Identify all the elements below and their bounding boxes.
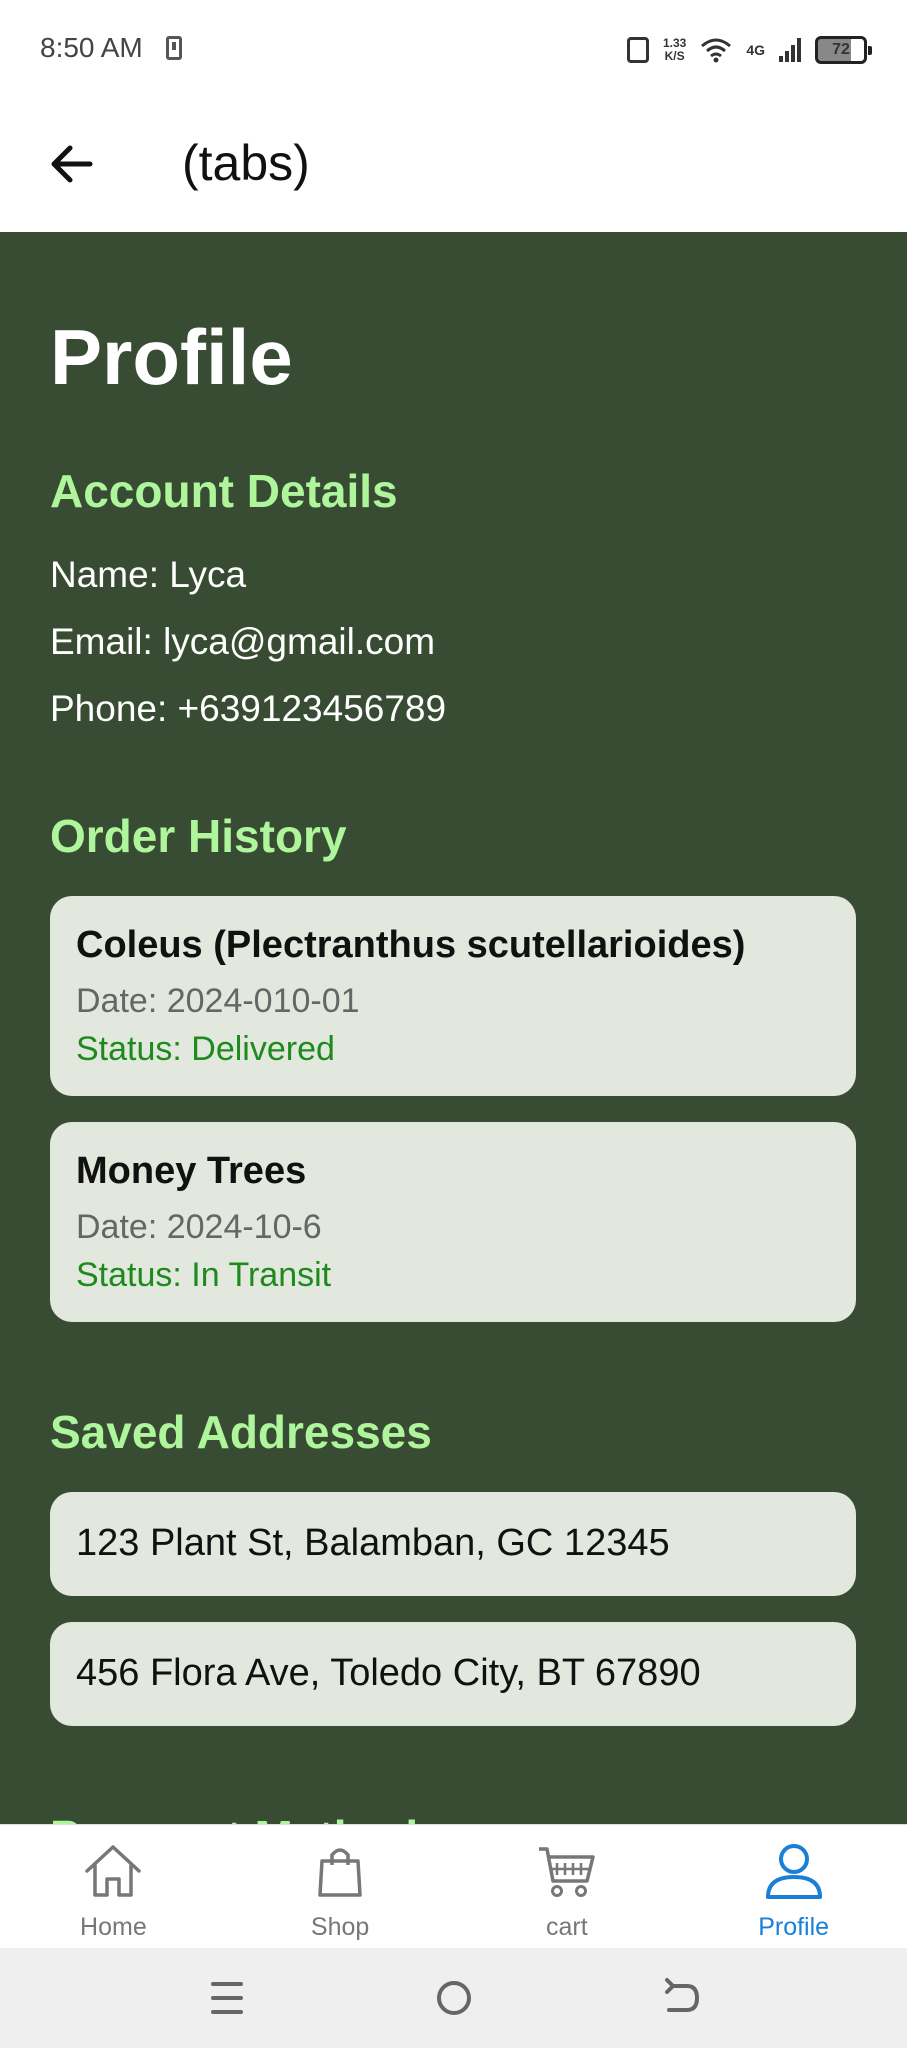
signal-icon [779,38,801,62]
status-time: 8:50 AM [40,32,143,63]
back-icon[interactable] [651,1968,711,2028]
tab-shop[interactable]: Shop [227,1825,454,1948]
network-type: 4G [746,42,765,58]
speed-unit: K/S [664,49,685,63]
status-bar: 8:50 AM 1.33 K/S 4G 72 [0,0,907,100]
menu-icon[interactable] [197,1968,257,2028]
shopping-bag-icon [318,1848,362,1897]
tab-cart[interactable]: cart [454,1825,681,1948]
payment-methods-heading: Payment Methods [50,1810,444,1824]
page-title: Profile [50,313,293,401]
account-phone: Phone: +639123456789 [50,688,447,729]
address-card[interactable]: 123 Plant St, Balamban, GC 12345 [50,1492,856,1596]
network-speed: 1.33 K/S [663,37,686,63]
profile-screen[interactable]: Profile Account Details Name: Lyca Email… [0,232,907,1824]
status-icons: 1.33 K/S 4G 72 [626,30,872,70]
tab-label: Profile [758,1913,830,1941]
person-icon [765,1844,822,1899]
app-header: (tabs) [0,100,907,232]
tab-label: Shop [310,1913,370,1941]
home-icon [85,1845,142,1897]
order-name: Money Trees [76,1150,307,1192]
account-email: Email: lyca@gmail.com [50,621,436,662]
address-text: 123 Plant St, Balamban, GC 12345 [76,1522,670,1564]
battery-icon: 72 [815,36,872,64]
cart-icon [538,1847,595,1897]
order-status: Status: Delivered [76,1030,335,1068]
saved-addresses-heading: Saved Addresses [50,1406,432,1458]
wifi-icon [701,38,732,63]
tab-home[interactable]: Home [0,1825,227,1948]
tab-label: cart [546,1913,588,1941]
bottom-tab-bar: Home Shop cart Profile [0,1824,907,1948]
order-history-heading: Order History [50,810,347,862]
order-name: Coleus (Plectranthus scutellarioides) [76,924,746,966]
order-date: Date: 2024-010-01 [76,982,360,1020]
home-circle-icon[interactable] [424,1968,484,2028]
tab-profile[interactable]: Profile [680,1825,907,1948]
order-card[interactable]: Money Trees Date: 2024-10-6 Status: In T… [50,1122,856,1322]
address-card[interactable]: 456 Flora Ave, Toledo City, BT 67890 [50,1622,856,1726]
arrow-left-icon[interactable] [44,136,100,192]
order-status: Status: In Transit [76,1256,332,1294]
download-notification-icon [166,36,182,60]
header-title: (tabs) [182,135,310,191]
address-text: 456 Flora Ave, Toledo City, BT 67890 [76,1652,701,1694]
account-details-heading: Account Details [50,465,398,517]
system-nav-bar [0,1948,907,2048]
order-date: Date: 2024-10-6 [76,1208,322,1246]
vibrate-icon [626,37,649,63]
tab-label: Home [80,1913,147,1941]
order-card[interactable]: Coleus (Plectranthus scutellarioides) Da… [50,896,856,1096]
account-name: Name: Lyca [50,554,247,595]
